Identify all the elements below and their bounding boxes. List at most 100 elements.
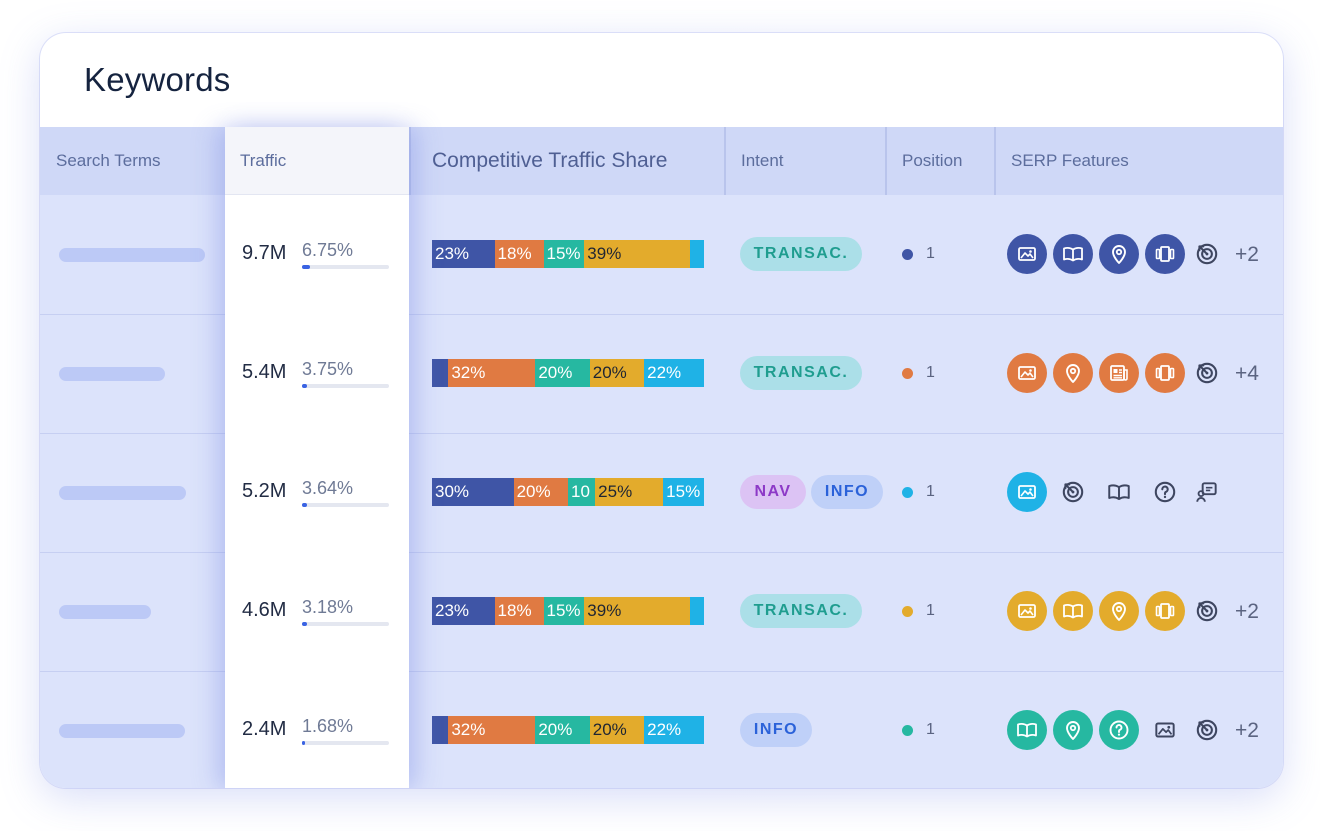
image-icon[interactable] xyxy=(1007,353,1047,393)
share-segment[interactable]: 39% xyxy=(584,240,691,268)
position-value: 1 xyxy=(926,721,935,738)
share-segment[interactable]: 18% xyxy=(494,597,544,625)
share-segment[interactable]: 23% xyxy=(432,240,495,268)
competitive-share-bar[interactable]: 32% 20% 20% 22% xyxy=(432,359,704,387)
traffic-progress-track xyxy=(302,741,389,745)
intent-badge-info[interactable]: INFO xyxy=(740,713,812,747)
share-segment[interactable]: 32% xyxy=(448,716,536,744)
traffic-column: Traffic 9.7M 6.75% 5.4M 3.75% 5.2M 3.64% 4.6M 3… xyxy=(225,127,409,788)
traffic-progress-fill xyxy=(302,622,307,626)
target-icon[interactable] xyxy=(1192,358,1222,388)
header-intent[interactable]: Intent xyxy=(725,127,784,195)
share-segment[interactable]: 22% xyxy=(644,716,704,744)
search-term-placeholder[interactable] xyxy=(59,605,151,619)
position-indicator: 1 xyxy=(902,244,962,264)
image-icon[interactable] xyxy=(1007,591,1047,631)
target-icon[interactable] xyxy=(1192,596,1222,626)
search-term-placeholder[interactable] xyxy=(59,486,186,500)
image-icon[interactable] xyxy=(1007,472,1047,512)
share-segment[interactable] xyxy=(690,597,704,625)
share-segment[interactable]: 20% xyxy=(589,716,645,744)
image-icon[interactable] xyxy=(1007,234,1047,274)
position-indicator: 1 xyxy=(902,363,962,383)
map-pin-icon[interactable] xyxy=(1053,353,1093,393)
target-icon[interactable] xyxy=(1192,239,1222,269)
more-features-count[interactable]: +4 xyxy=(1235,362,1259,386)
target-icon[interactable] xyxy=(1192,715,1222,745)
image-icon[interactable] xyxy=(1150,715,1180,745)
question-icon[interactable] xyxy=(1099,710,1139,750)
share-segment[interactable]: 20% xyxy=(513,478,568,506)
carousel-icon[interactable] xyxy=(1145,234,1185,274)
traffic-cell: 5.4M 3.75% xyxy=(225,314,409,433)
share-segment[interactable] xyxy=(690,240,704,268)
search-term-placeholder[interactable] xyxy=(59,248,205,262)
share-segment[interactable]: 10 xyxy=(567,478,596,506)
target-icon[interactable] xyxy=(1058,477,1088,507)
intent-badge-transac[interactable]: TRANSAC. xyxy=(740,237,862,271)
book-icon[interactable] xyxy=(1053,234,1093,274)
position-dot xyxy=(902,248,913,260)
share-segment[interactable] xyxy=(432,716,449,744)
position-dot xyxy=(902,724,913,736)
share-segment[interactable]: 15% xyxy=(543,240,585,268)
share-segment[interactable]: 23% xyxy=(432,597,495,625)
competitive-share-bar[interactable]: 32% 20% 20% 22% xyxy=(432,716,704,744)
position-indicator: 1 xyxy=(902,601,962,621)
review-icon[interactable] xyxy=(1192,477,1222,507)
search-term-placeholder[interactable] xyxy=(59,724,185,738)
position-value: 1 xyxy=(926,602,935,619)
competitive-share-bar[interactable]: 23% 18% 15% 39% xyxy=(432,240,704,268)
more-features-count[interactable]: +2 xyxy=(1235,243,1259,267)
header-position[interactable]: Position xyxy=(886,127,962,195)
header-search-terms[interactable]: Search Terms xyxy=(40,127,161,195)
share-segment[interactable]: 22% xyxy=(644,359,704,387)
share-segment[interactable]: 20% xyxy=(535,716,590,744)
book-icon[interactable] xyxy=(1053,591,1093,631)
map-pin-icon[interactable] xyxy=(1099,591,1139,631)
position-value: 1 xyxy=(926,245,935,262)
header-traffic[interactable]: Traffic xyxy=(225,127,409,195)
position-indicator: 1 xyxy=(902,482,962,502)
intent-badge-nav[interactable]: NAV xyxy=(740,475,806,509)
traffic-progress-track xyxy=(302,503,389,507)
carousel-icon[interactable] xyxy=(1145,353,1185,393)
carousel-icon[interactable] xyxy=(1145,591,1185,631)
map-pin-icon[interactable] xyxy=(1053,710,1093,750)
position-value: 1 xyxy=(926,483,935,500)
position-dot xyxy=(902,486,913,498)
share-segment[interactable]: 20% xyxy=(589,359,645,387)
intent-badge-info[interactable]: INFO xyxy=(811,475,883,509)
intent-badge-transac[interactable]: TRANSAC. xyxy=(740,594,862,628)
share-segment[interactable]: 30% xyxy=(432,478,514,506)
share-segment[interactable]: 18% xyxy=(494,240,544,268)
more-features-count[interactable]: +2 xyxy=(1235,600,1259,624)
search-term-placeholder[interactable] xyxy=(59,367,165,381)
share-segment[interactable]: 15% xyxy=(663,478,704,506)
traffic-percent: 3.75% xyxy=(302,359,354,379)
share-segment[interactable] xyxy=(432,359,449,387)
question-icon[interactable] xyxy=(1150,477,1180,507)
header-serp-features[interactable]: SERP Features xyxy=(995,127,1129,195)
share-segment[interactable]: 32% xyxy=(448,359,536,387)
more-features-count[interactable]: +2 xyxy=(1235,719,1259,743)
traffic-progress-fill xyxy=(302,265,310,269)
share-segment[interactable]: 25% xyxy=(595,478,664,506)
competitive-share-bar[interactable]: 23% 18% 15% 39% xyxy=(432,597,704,625)
share-segment[interactable]: 39% xyxy=(584,597,691,625)
position-value: 1 xyxy=(926,364,935,381)
share-segment[interactable]: 15% xyxy=(543,597,585,625)
intent-badge-transac[interactable]: TRANSAC. xyxy=(740,356,862,390)
traffic-value: 2.4M xyxy=(242,718,287,740)
map-pin-icon[interactable] xyxy=(1099,234,1139,274)
position-indicator: 1 xyxy=(902,720,962,740)
news-icon[interactable] xyxy=(1099,353,1139,393)
competitive-share-bar[interactable]: 30% 20% 10 25% 15% xyxy=(432,478,704,506)
book-icon[interactable] xyxy=(1104,477,1134,507)
card-title: Keywords xyxy=(84,61,231,98)
book-icon[interactable] xyxy=(1007,710,1047,750)
traffic-cell: 2.4M 1.68% xyxy=(225,671,409,788)
traffic-progress-fill xyxy=(302,503,308,507)
header-competitive-share[interactable]: Competitive Traffic Share xyxy=(410,127,667,195)
share-segment[interactable]: 20% xyxy=(535,359,590,387)
